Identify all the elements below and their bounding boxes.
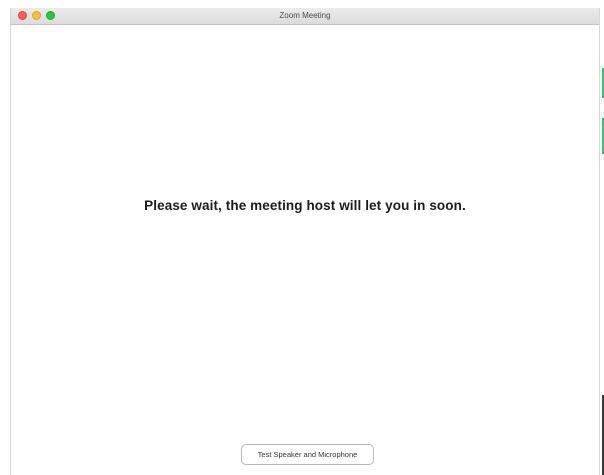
window-title: Zoom Meeting (279, 11, 331, 20)
zoom-meeting-window: Zoom Meeting Please wait, the meeting ho… (10, 8, 600, 475)
title-bar[interactable]: Zoom Meeting (11, 8, 599, 25)
test-speaker-and-microphone-button[interactable]: Test Speaker and Microphone (241, 444, 374, 465)
waiting-room-message: Please wait, the meeting host will let y… (144, 198, 466, 213)
